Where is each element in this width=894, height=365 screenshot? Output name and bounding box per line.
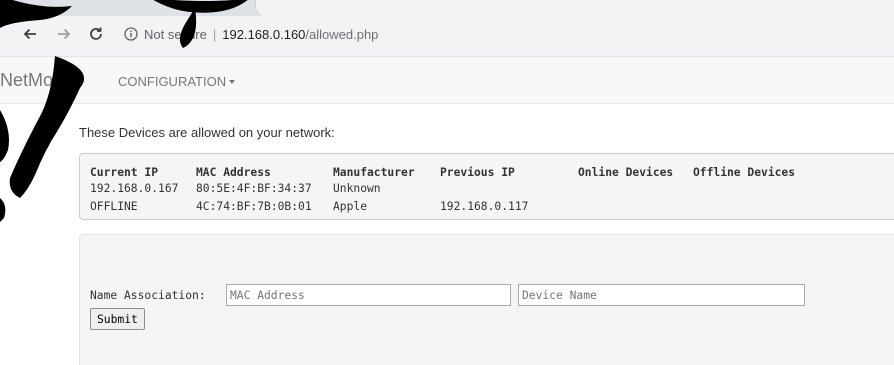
tab-strip [0,0,894,16]
table-row: 192.168.0.167 80:5E:4F:BF:34:37 Unknown [90,182,381,198]
column-header: MAC Address [196,166,271,179]
url-path: /allowed.php [305,26,379,42]
name-association-panel: Name Association: Submit [79,234,894,365]
table-cell: 192.168.0.167 [90,182,179,195]
table-cell: 80:5E:4F:BF:34:37 [196,182,312,195]
arrow-left-icon [23,28,36,40]
active-tab[interactable] [255,0,894,16]
configuration-menu[interactable]: CONFIGURATION [118,74,236,89]
column-header: Previous IP [440,166,515,179]
table-header: Current IP MAC Address Manufacturer Prev… [90,166,795,182]
mac-address-input[interactable] [226,284,511,306]
url-host: 192.168.0.160 [222,26,306,42]
table-cell: Apple [333,200,368,213]
column-header: Current IP [90,166,159,179]
back-button[interactable] [18,22,42,46]
intro-text: These Devices are allowed on your networ… [79,125,335,140]
table-cell: OFFLINE [90,200,138,213]
name-association-label: Name Association: [90,289,206,302]
column-header: Offline Devices [693,166,796,179]
configuration-menu-label: CONFIGURATION [118,74,227,89]
browser-toolbar: Not secure | 192.168.0.160/allowed.php [0,18,894,50]
arrow-right-icon [58,28,71,40]
address-bar[interactable]: Not secure | 192.168.0.160/allowed.php [118,21,894,47]
devices-table: Current IP MAC Address Manufacturer Prev… [79,153,894,220]
browser-chrome: Not secure | 192.168.0.160/allowed.php [0,0,894,56]
column-header: Online Devices [578,166,674,179]
security-status[interactable]: Not secure [144,27,207,42]
table-cell: Unknown [333,182,381,195]
app-navbar: NetMon CONFIGURATION [0,56,894,104]
info-icon[interactable] [124,27,138,41]
table-row: OFFLINE 4C:74:BF:7B:0B:01 Apple 192.168.… [90,200,528,216]
brand-logo[interactable]: NetMon [0,70,63,91]
submit-button[interactable]: Submit [90,308,145,330]
forward-button[interactable] [52,22,76,46]
device-name-input[interactable] [518,284,805,306]
reload-icon [90,27,102,40]
column-header: Manufacturer [333,166,415,179]
caret-down-icon [229,79,236,84]
url-separator: | [212,26,217,42]
reload-button[interactable] [84,22,108,46]
table-cell: 4C:74:BF:7B:0B:01 [196,200,312,213]
table-cell: 192.168.0.117 [440,200,529,213]
